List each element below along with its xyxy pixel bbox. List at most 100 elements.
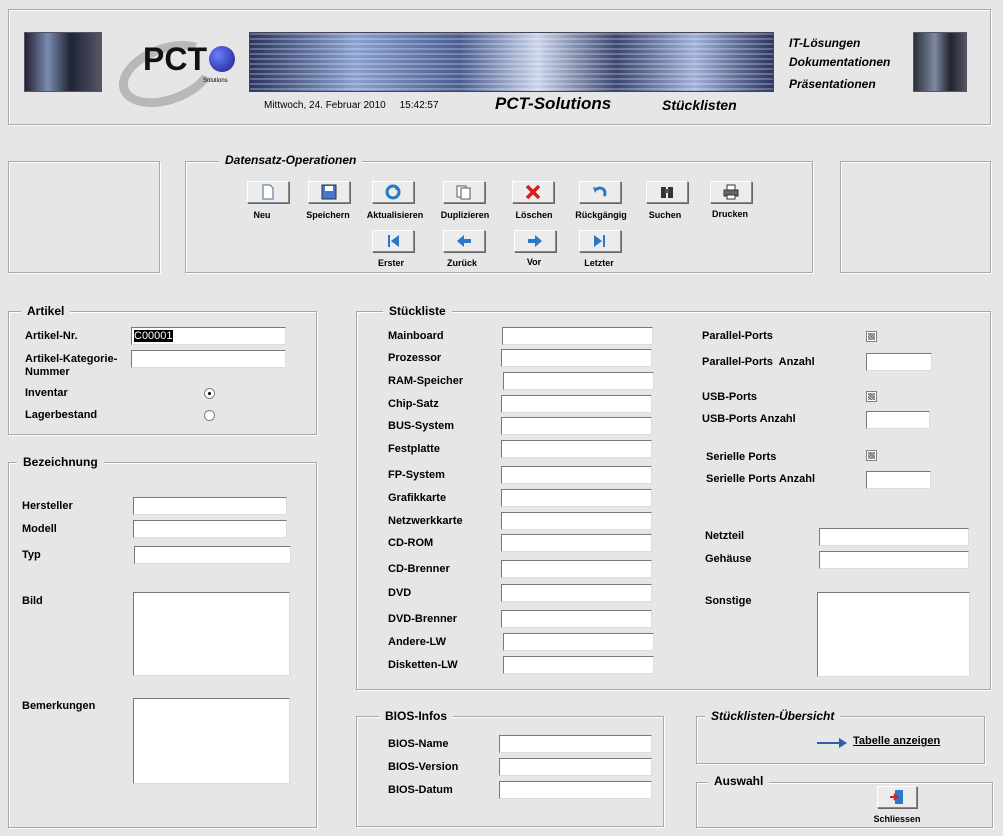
logo: PCT Solutions — [109, 18, 243, 120]
usb-ports-count-input[interactable] — [866, 411, 930, 429]
arrow-right-icon — [528, 235, 542, 247]
bios-name-input[interactable] — [499, 735, 652, 753]
type-input[interactable] — [134, 546, 291, 564]
previous-record-label: Zurück — [446, 258, 477, 268]
first-record-label: Erster — [377, 258, 404, 268]
refresh-icon — [385, 184, 401, 200]
stock-label: Lagerbestand — [25, 409, 98, 421]
parts-prozessor-input[interactable] — [501, 349, 652, 367]
parallel-ports-count-label: Parallel-Ports Anzahl — [702, 356, 815, 368]
parts-grafikkarte-input[interactable] — [501, 489, 652, 507]
refresh-label: Aktualisieren — [366, 210, 424, 220]
inventory-label: Inventar — [25, 387, 68, 399]
case-input[interactable] — [819, 551, 969, 569]
serial-ports-checkbox[interactable] — [866, 450, 877, 461]
parts-bus-system-label: BUS-System — [388, 420, 455, 432]
delete-button[interactable] — [512, 181, 554, 203]
parts-chip-satz-input[interactable] — [501, 395, 652, 413]
parts-festplatte-label: Festplatte — [388, 443, 440, 455]
model-label: Modell — [22, 523, 57, 535]
manufacturer-label: Hersteller — [22, 500, 73, 512]
show-table-link[interactable]: Tabelle anzeigen — [853, 735, 940, 747]
bios-version-input[interactable] — [499, 758, 652, 776]
inventory-radio[interactable] — [204, 388, 215, 399]
parts-dvd-brenner-input[interactable] — [501, 610, 652, 628]
first-record-button[interactable] — [372, 230, 414, 252]
serial-ports-count-input[interactable] — [866, 471, 931, 489]
selection-panel — [696, 782, 993, 828]
article-title: Artikel — [21, 304, 71, 318]
close-label: Schliessen — [873, 814, 921, 824]
parts-netzwerkkarte-input[interactable] — [501, 512, 652, 530]
manufacturer-input[interactable] — [133, 497, 287, 515]
parts-netzwerkkarte-label: Netzwerkkarte — [388, 515, 463, 527]
previous-record-button[interactable] — [443, 230, 485, 252]
server-rack-image-right — [913, 32, 967, 92]
record-operations-title: Datensatz-Operationen — [219, 153, 363, 167]
parts-list-title: Stückliste — [383, 304, 452, 318]
parallel-ports-count-input[interactable] — [866, 353, 932, 371]
article-category-input[interactable] — [131, 350, 286, 368]
logo-text: PCT — [143, 41, 207, 77]
bios-title: BIOS-Infos — [379, 709, 453, 723]
model-input[interactable] — [133, 520, 287, 538]
other-textarea[interactable] — [817, 592, 970, 677]
parts-disketten-lw-label: Disketten-LW — [388, 659, 458, 671]
case-label: Gehäuse — [705, 553, 752, 565]
parts-cd-rom-label: CD-ROM — [388, 537, 434, 549]
article-nr-value: C00001 — [134, 330, 173, 342]
parts-grafikkarte-label: Grafikkarte — [388, 492, 447, 504]
arrow-left-icon — [457, 235, 471, 247]
parts-dvd-input[interactable] — [501, 584, 652, 602]
refresh-button[interactable] — [372, 181, 414, 203]
parts-cd-rom-input[interactable] — [501, 534, 652, 552]
parts-fp-system-input[interactable] — [501, 466, 652, 484]
serial-ports-label: Serielle Ports — [706, 451, 777, 463]
usb-ports-checkbox[interactable] — [866, 391, 877, 402]
parts-dvd-label: DVD — [388, 587, 412, 599]
service-it: IT-Lösungen — [789, 36, 861, 50]
delete-x-icon — [525, 184, 541, 200]
other-label: Sonstige — [705, 595, 752, 607]
overview-title: Stücklisten-Übersicht — [705, 709, 841, 723]
duplicate-button[interactable] — [443, 181, 485, 203]
banner-image — [249, 32, 774, 92]
serial-ports-count-label: Serielle Ports Anzahl — [706, 473, 816, 485]
search-button[interactable] — [646, 181, 688, 203]
stock-radio[interactable] — [204, 410, 215, 421]
next-record-button[interactable] — [514, 230, 556, 252]
remarks-textarea[interactable] — [133, 698, 290, 784]
new-button[interactable] — [247, 181, 289, 203]
article-nr-input[interactable]: C00001 — [131, 327, 286, 345]
usb-ports-label: USB-Ports — [702, 391, 758, 403]
bios-name-label: BIOS-Name — [388, 738, 449, 750]
usb-ports-count-label: USB-Ports Anzahl — [702, 413, 796, 425]
parallel-ports-checkbox[interactable] — [866, 331, 877, 342]
left-empty-panel — [8, 161, 160, 273]
article-category-label-1: Artikel-Kategorie- — [25, 353, 118, 365]
duplicate-label: Duplizieren — [440, 210, 490, 220]
parts-mainboard-input[interactable] — [502, 327, 653, 345]
parts-disketten-lw-input[interactable] — [503, 656, 654, 674]
parts-bus-system-input[interactable] — [501, 417, 652, 435]
image-field[interactable] — [133, 592, 290, 676]
save-button[interactable] — [308, 181, 350, 203]
last-record-button[interactable] — [579, 230, 621, 252]
header-panel: PCT Solutions Mittwoch, 24. Februar 2010… — [8, 9, 991, 125]
undo-button[interactable] — [579, 181, 621, 203]
parts-ram-speicher-input[interactable] — [503, 372, 654, 390]
image-label: Bild — [22, 595, 43, 607]
parts-festplatte-input[interactable] — [501, 440, 652, 458]
parts-cd-brenner-input[interactable] — [501, 560, 652, 578]
duplicate-icon — [456, 185, 471, 200]
new-document-icon — [262, 184, 274, 200]
power-supply-input[interactable] — [819, 528, 969, 546]
close-button[interactable] — [877, 786, 917, 808]
remarks-label: Bemerkungen — [22, 700, 96, 712]
parts-andere-lw-input[interactable] — [503, 633, 654, 651]
service-presentations: Präsentationen — [789, 77, 876, 91]
print-button[interactable] — [710, 181, 752, 203]
parts-mainboard-label: Mainboard — [388, 330, 444, 342]
bios-date-input[interactable] — [499, 781, 652, 799]
parts-dvd-brenner-label: DVD-Brenner — [388, 613, 458, 625]
